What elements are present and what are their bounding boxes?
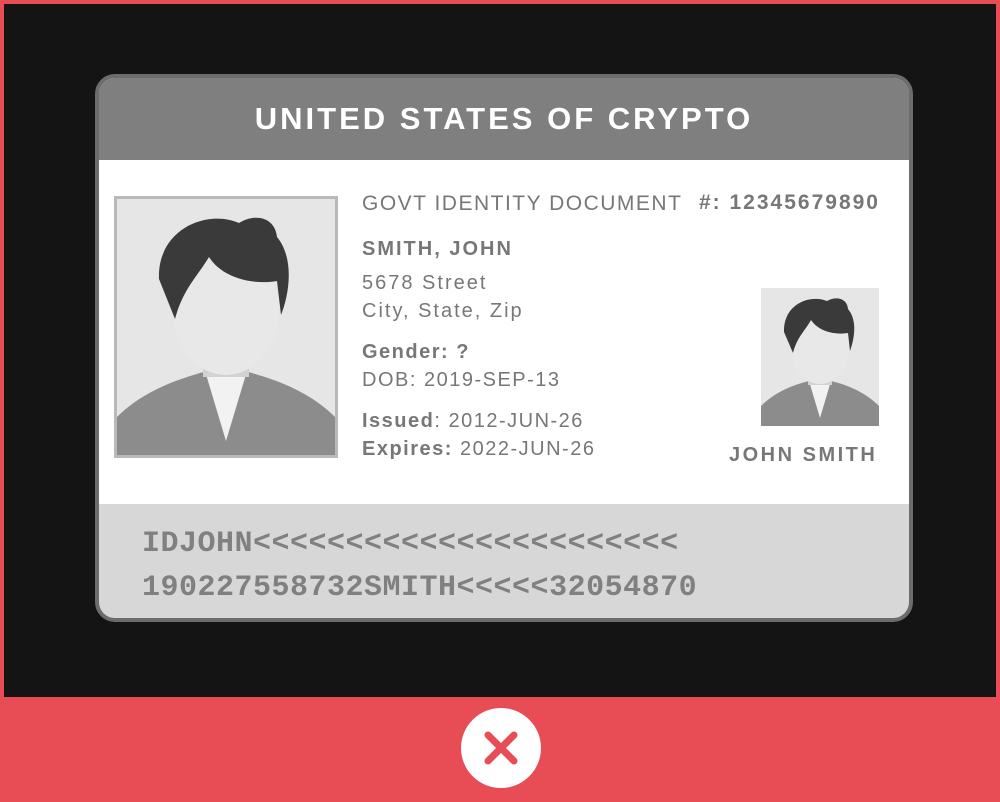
address-line-2: City, State, Zip: [362, 300, 524, 322]
holder-name: SMITH, JOHN: [362, 238, 513, 260]
id-card: UNITED STATES OF CRYPTO GOVT IDENTITY DO…: [95, 74, 913, 622]
gender-row: Gender: ?: [362, 341, 470, 364]
issued-value: : 2012-JUN-26: [434, 410, 584, 432]
close-icon: [484, 731, 518, 765]
mrz-line-1: IDJOHN<<<<<<<<<<<<<<<<<<<<<<<: [142, 527, 679, 561]
gender-value: ?: [456, 341, 470, 363]
card-body: GOVT IDENTITY DOCUMENT #: 12345679890 SM…: [99, 160, 909, 504]
card-title: UNITED STATES OF CRYPTO: [254, 101, 754, 136]
expires-value: 2022-JUN-26: [460, 438, 596, 460]
mrz-line-2: 190227558732SMITH<<<<<32054870: [142, 571, 698, 605]
signature-name: JOHN SMITH: [729, 444, 878, 466]
card-header: UNITED STATES OF CRYPTO: [99, 78, 909, 160]
ghost-photo: [761, 288, 879, 426]
address-line-1: 5678 Street: [362, 272, 488, 294]
date-of-birth: DOB: 2019-SEP-13: [362, 369, 561, 391]
document-type: GOVT IDENTITY DOCUMENT: [362, 192, 683, 215]
document-number: #: 12345679890: [699, 191, 880, 214]
image-frame: UNITED STATES OF CRYPTO GOVT IDENTITY DO…: [4, 4, 996, 697]
holder-photo: [114, 196, 338, 458]
expires-row: Expires: 2022-JUN-26: [362, 438, 595, 461]
reject-badge: [461, 708, 541, 788]
issued-label: Issued: [362, 410, 435, 432]
expires-label: Expires:: [362, 438, 453, 460]
gender-label: Gender:: [362, 341, 450, 363]
issued-row: Issued: 2012-JUN-26: [362, 410, 584, 433]
